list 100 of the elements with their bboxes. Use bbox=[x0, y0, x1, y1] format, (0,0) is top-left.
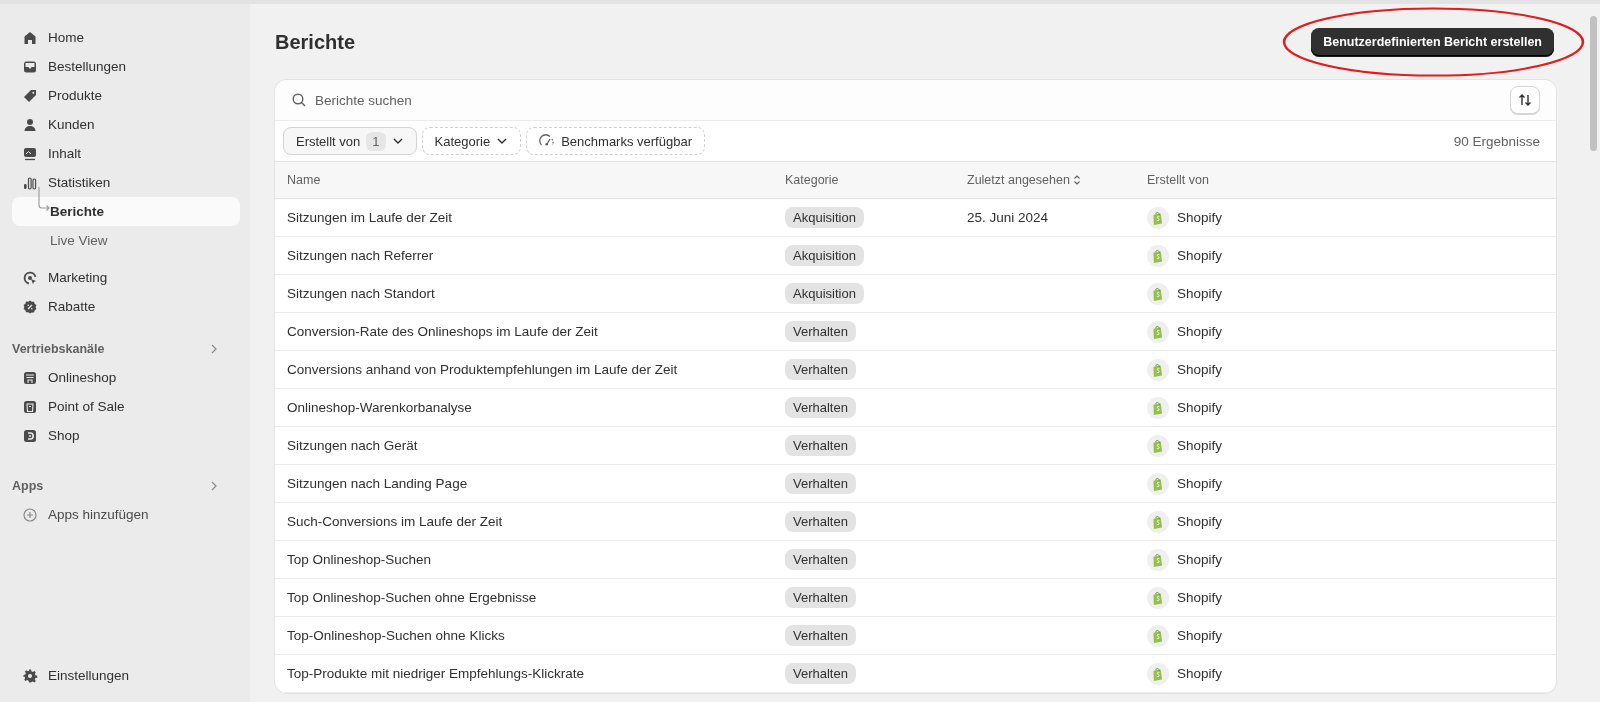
nav-item[interactable]: Home bbox=[12, 23, 240, 52]
home-icon bbox=[22, 29, 38, 46]
scrollbar-thumb[interactable] bbox=[1589, 16, 1597, 151]
bar-chart-icon bbox=[22, 174, 38, 191]
table-cell: Shopify bbox=[1177, 248, 1223, 263]
table-cell-text: Top Onlineshop-Suchen bbox=[286, 552, 433, 567]
category-tag: Verhalten bbox=[785, 663, 856, 684]
shopping-bag-logo-icon bbox=[1147, 282, 1169, 305]
table-cell-text: Sitzungen nach Standort bbox=[286, 286, 436, 301]
table-row[interactable]: Sitzungen nach Landing Page Verhalten Shopify bbox=[275, 465, 1556, 503]
table-row[interactable]: Such-Conversions im Laufe der Zeit Verhalten Shopify bbox=[275, 503, 1556, 541]
nav-item[interactable]: Apps hinzufügen bbox=[12, 500, 240, 529]
category-tag: Verhalten bbox=[785, 511, 856, 532]
nav-item[interactable]: Kunden bbox=[12, 110, 240, 139]
table-cell-text: Top-Onlineshop-Suchen ohne Klicks bbox=[286, 628, 506, 643]
table-cell: Shopify bbox=[1177, 628, 1223, 643]
nav-item[interactable]: Rabatte bbox=[12, 292, 240, 321]
table-row[interactable]: Sitzungen nach Referrer Akquisition Shopify bbox=[275, 237, 1556, 275]
table-cell: Shopify bbox=[1177, 514, 1223, 529]
table-cell-text: Sitzungen nach Referrer bbox=[286, 248, 435, 263]
table-row[interactable]: Sitzungen nach Gerät Verhalten Shopify bbox=[275, 427, 1556, 465]
table-row[interactable]: Conversions anhand von Produktempfehlungen im Laufe der Zeit Verhalten Shopify bbox=[275, 351, 1556, 389]
settings-link[interactable]: Einstellungen bbox=[12, 661, 240, 690]
monitor-icon bbox=[22, 145, 38, 162]
nav-item[interactable]: Shop bbox=[12, 421, 240, 450]
column-header[interactable]: Zuletzt angesehen bbox=[955, 173, 1135, 187]
table-cell: Shopify bbox=[1177, 438, 1223, 453]
table-cell: Shopify bbox=[1177, 552, 1223, 567]
table-row[interactable]: Top-Produkte mit niedriger Empfehlungs-Klickrate Verhalten Shopify bbox=[275, 655, 1556, 693]
category-tag: Akquisition bbox=[785, 207, 864, 228]
gauge-icon bbox=[539, 133, 556, 149]
discount-badge-icon bbox=[22, 298, 38, 315]
table-cell-text: Sitzungen im Laufe der Zeit bbox=[286, 210, 454, 225]
shopping-bag-logo-icon bbox=[1147, 586, 1169, 609]
table-row[interactable]: Conversion-Rate des Onlineshops im Laufe der Zeit Verhalten Shopify bbox=[275, 313, 1556, 351]
category-tag: Verhalten bbox=[785, 359, 856, 380]
shopping-bag-logo-icon bbox=[1147, 472, 1169, 495]
section-header[interactable]: Vertriebskanäle bbox=[12, 335, 240, 363]
column-header[interactable]: Kategorie bbox=[775, 173, 955, 187]
chevron-down-icon bbox=[391, 137, 404, 145]
category-tag: Verhalten bbox=[785, 397, 856, 418]
table-row[interactable]: Onlineshop-Warenkorbanalyse Verhalten Shopify bbox=[275, 389, 1556, 427]
filter-button[interactable]: Erstellt von 1 bbox=[283, 127, 417, 155]
category-tag: Verhalten bbox=[785, 587, 856, 608]
table-row[interactable]: Sitzungen nach Standort Akquisition Shopify bbox=[275, 275, 1556, 313]
table-cell: Shopify bbox=[1177, 476, 1223, 491]
plus-circle-icon bbox=[22, 506, 38, 523]
settings-icon bbox=[22, 667, 38, 684]
nav-item[interactable]: Onlineshop bbox=[12, 363, 240, 392]
sort-arrows-icon bbox=[1517, 92, 1533, 108]
table-row[interactable]: Top Onlineshop-Suchen Verhalten Shopify bbox=[275, 541, 1556, 579]
results-count: 90 Ergebnisse bbox=[1453, 133, 1540, 149]
category-tag: Verhalten bbox=[785, 321, 856, 342]
category-tag: Akquisition bbox=[785, 245, 864, 266]
table-cell-text: Sitzungen nach Gerät bbox=[286, 438, 419, 453]
shopping-bag-logo-icon bbox=[1147, 662, 1169, 685]
nav-item[interactable]: Inhalt bbox=[12, 139, 240, 168]
shop-logo-icon bbox=[22, 427, 38, 444]
category-tag: Akquisition bbox=[785, 283, 864, 304]
shopping-bag-logo-icon bbox=[1147, 396, 1169, 419]
table-cell-text: Top-Produkte mit niedriger Empfehlungs-Klickrate bbox=[286, 666, 586, 681]
table-cell-text: Top Onlineshop-Suchen ohne Ergebnisse bbox=[286, 590, 538, 605]
section-header[interactable]: Apps bbox=[12, 472, 240, 500]
sort-button[interactable] bbox=[1510, 86, 1540, 114]
table-row[interactable]: Top Onlineshop-Suchen ohne Ergebnisse Verhalten Shopify bbox=[275, 579, 1556, 617]
nav-item[interactable]: Statistiken bbox=[12, 168, 240, 197]
search-field[interactable]: Berichte suchen bbox=[313, 91, 1504, 109]
nav-item[interactable]: Live View bbox=[12, 226, 240, 255]
chevron-right-icon bbox=[210, 480, 218, 492]
table-cell-text: Onlineshop-Warenkorbanalyse bbox=[286, 400, 473, 415]
storefront-icon bbox=[22, 369, 38, 386]
table-cell: Shopify bbox=[1177, 324, 1223, 339]
table-cell: Shopify bbox=[1177, 210, 1223, 225]
person-icon bbox=[22, 116, 38, 133]
nav-item[interactable]: Bestellungen bbox=[12, 52, 240, 81]
filter-button[interactable]: Kategorie bbox=[421, 127, 522, 155]
table-cell: Shopify bbox=[1177, 590, 1223, 605]
shopping-bag-logo-icon bbox=[1147, 624, 1169, 647]
nav-item[interactable]: Produkte bbox=[12, 81, 240, 110]
table-cell: Shopify bbox=[1177, 400, 1223, 415]
table-cell-text: Sitzungen nach Landing Page bbox=[286, 476, 469, 491]
filter-button[interactable]: Benchmarks verfügbar bbox=[526, 127, 705, 155]
chevron-right-icon bbox=[210, 343, 218, 355]
table-row[interactable]: Sitzungen im Laufe der Zeit Akquisition 25. Juni 2024 Shopify bbox=[275, 199, 1556, 237]
tag-icon bbox=[22, 87, 38, 104]
shopping-bag-logo-icon bbox=[1147, 206, 1169, 229]
category-tag: Verhalten bbox=[785, 549, 856, 570]
column-header[interactable]: Name bbox=[275, 173, 775, 187]
shopping-bag-logo-icon bbox=[1147, 244, 1169, 267]
nav-item[interactable]: Berichte bbox=[12, 197, 240, 226]
nav-item[interactable]: Marketing bbox=[12, 263, 240, 292]
chevron-down-icon bbox=[496, 137, 509, 145]
shopping-bag-logo-icon bbox=[1147, 548, 1169, 571]
target-cursor-icon bbox=[22, 269, 38, 286]
shopping-bag-logo-icon bbox=[1147, 510, 1169, 533]
create-report-button[interactable]: Benutzerdefinierten Bericht erstellen bbox=[1311, 28, 1554, 56]
column-header[interactable]: Erstellt von bbox=[1135, 173, 1556, 187]
nav-item[interactable]: Point of Sale bbox=[12, 392, 240, 421]
table-cell: Shopify bbox=[1177, 362, 1223, 377]
table-row[interactable]: Top-Onlineshop-Suchen ohne Klicks Verhalten Shopify bbox=[275, 617, 1556, 655]
